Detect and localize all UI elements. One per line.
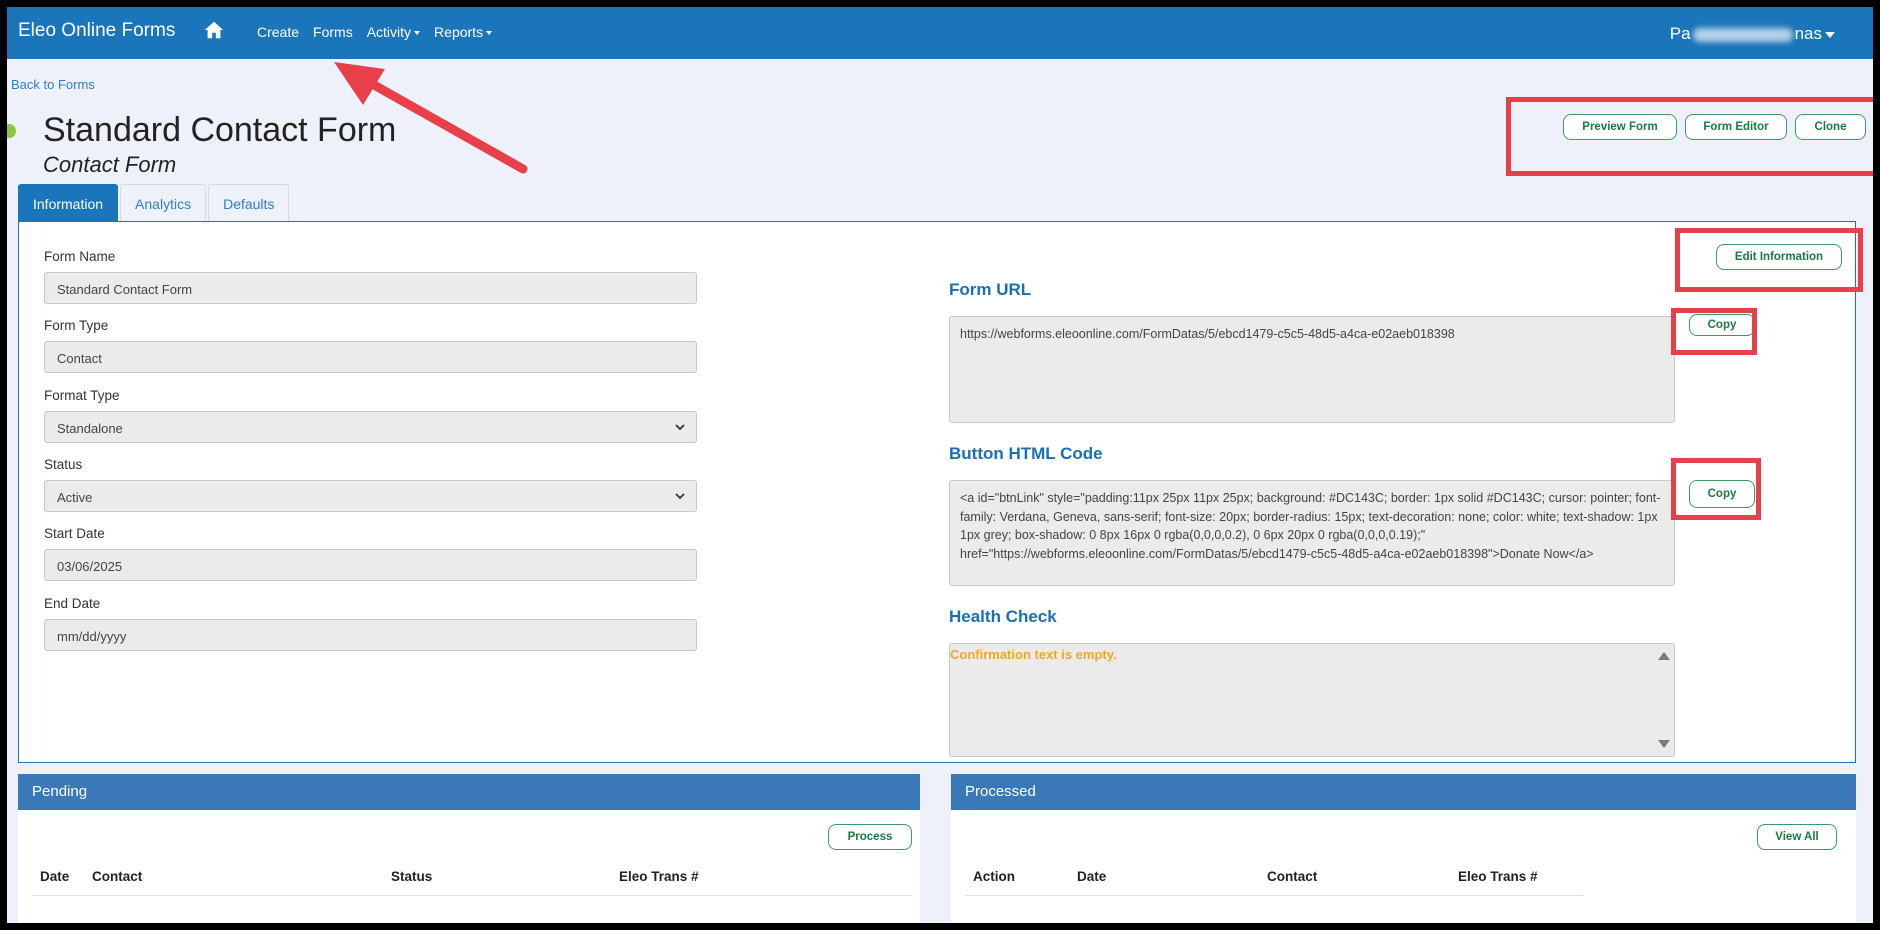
status-label: Status (44, 457, 83, 472)
form-type-label: Form Type (44, 318, 109, 333)
chevron-down-icon (675, 424, 685, 431)
pending-panel: Pending Process Date Contact Status Eleo… (18, 774, 920, 923)
processed-col-date[interactable]: Date (1077, 869, 1106, 884)
pending-col-status[interactable]: Status (391, 869, 432, 884)
status-value: Active (57, 490, 93, 505)
scroll-up-icon[interactable] (1658, 652, 1670, 660)
annotation-box-copy-url (1671, 308, 1757, 355)
page-subtitle: Contact Form (43, 152, 177, 177)
user-caret-icon (1825, 31, 1835, 38)
start-date-field[interactable]: 03/06/2025 (44, 549, 697, 581)
form-name-label: Form Name (44, 249, 116, 264)
processed-panel-title: Processed (951, 774, 1856, 810)
nav-activity-dropdown[interactable]: Activity (367, 24, 420, 40)
top-navbar: Eleo Online Forms Create Forms Activity … (7, 7, 1873, 59)
format-type-value: Standalone (57, 421, 123, 436)
nav-reports-dropdown[interactable]: Reports (434, 24, 492, 40)
form-status-dot (7, 124, 16, 138)
brand-link[interactable]: Eleo Online Forms (18, 20, 175, 42)
processed-col-contact[interactable]: Contact (1267, 869, 1317, 884)
user-name-end: nas (1794, 24, 1822, 43)
page-title: Standard Contact Form (43, 111, 397, 149)
processed-col-action[interactable]: Action (973, 869, 1015, 884)
processed-col-eleo-trans[interactable]: Eleo Trans # (1458, 869, 1538, 884)
user-menu[interactable]: Pa nas (1670, 24, 1835, 44)
nav-activity-label: Activity (366, 24, 412, 40)
home-icon[interactable] (203, 19, 225, 41)
annotation-box-actions (1506, 97, 1873, 176)
form-name-field[interactable]: Standard Contact Form (44, 272, 697, 304)
status-select[interactable]: Active (44, 480, 697, 512)
scroll-down-icon[interactable] (1658, 740, 1670, 748)
tab-bar: Information Analytics Defaults (18, 184, 290, 222)
processed-header-divider (965, 895, 1583, 896)
pending-col-eleo-trans[interactable]: Eleo Trans # (619, 869, 699, 884)
information-panel: Form Name Standard Contact Form Form Typ… (18, 221, 1856, 763)
format-type-select[interactable]: Standalone (44, 411, 697, 443)
health-check-heading: Health Check (949, 607, 1057, 626)
button-html-box[interactable]: <a id="btnLink" style="padding:11px 25px… (949, 480, 1675, 586)
user-name-start: Pa (1669, 24, 1691, 43)
main-nav: Create Forms Activity Reports (257, 24, 492, 40)
app-window: Eleo Online Forms Create Forms Activity … (7, 7, 1873, 923)
end-date-field[interactable]: mm/dd/yyyy (44, 619, 697, 651)
nav-create[interactable]: Create (257, 24, 299, 40)
annotation-box-copy-html (1671, 458, 1761, 520)
form-url-heading: Form URL (949, 280, 1032, 299)
tab-analytics[interactable]: Analytics (120, 184, 207, 222)
process-button[interactable]: Process (828, 824, 912, 850)
button-html-heading: Button HTML Code (949, 444, 1103, 463)
pending-header-divider (32, 895, 912, 896)
nav-forms[interactable]: Forms (313, 24, 353, 40)
end-date-label: End Date (44, 596, 101, 611)
tab-defaults[interactable]: Defaults (208, 184, 290, 222)
tab-information[interactable]: Information (18, 184, 119, 222)
pending-panel-title: Pending (18, 774, 920, 810)
view-all-button[interactable]: View All (1757, 824, 1837, 850)
pending-col-date[interactable]: Date (40, 869, 69, 884)
back-to-forms-link[interactable]: Back to Forms (11, 77, 95, 92)
chevron-down-icon (675, 493, 685, 500)
pending-col-contact[interactable]: Contact (92, 869, 142, 884)
annotation-box-edit (1675, 228, 1863, 292)
form-url-box[interactable]: https://webforms.eleoonline.com/FormData… (949, 316, 1675, 423)
processed-panel: Processed View All Action Date Contact E… (951, 774, 1856, 923)
user-name-redacted (1692, 27, 1793, 42)
health-check-box[interactable]: Confirmation text is empty. (949, 643, 1675, 757)
start-date-label: Start Date (44, 526, 105, 541)
health-warning-text: Confirmation text is empty. (950, 647, 1117, 662)
nav-reports-label: Reports (434, 24, 484, 40)
format-type-label: Format Type (44, 388, 120, 403)
form-type-field[interactable]: Contact (44, 341, 697, 373)
